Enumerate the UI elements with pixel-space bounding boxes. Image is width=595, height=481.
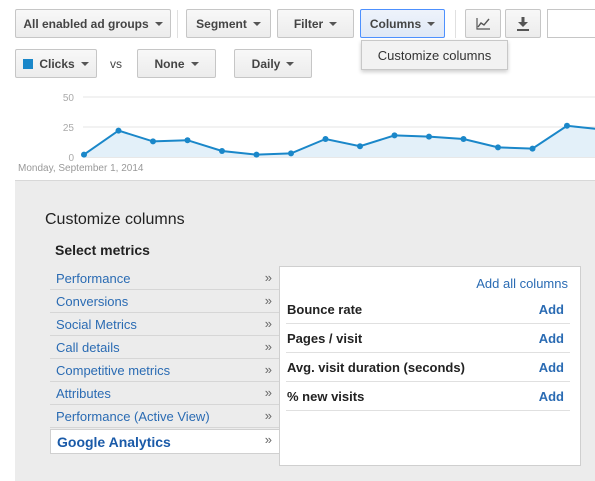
secondary-metric-dropdown[interactable]: None <box>137 49 216 78</box>
metric-category-item[interactable]: Google Analytics » <box>50 429 279 454</box>
data-point <box>460 136 467 142</box>
y-tick-label: 50 <box>63 93 75 104</box>
metric-row: % new visits Add <box>286 382 570 411</box>
segment-label: Segment <box>196 16 247 31</box>
double-chevron-right-icon: » <box>264 270 272 285</box>
metric-category-item[interactable]: Attributes » <box>50 383 279 405</box>
customize-columns-menu-item[interactable]: Customize columns <box>378 48 491 63</box>
add-metric-link[interactable]: Add <box>539 302 564 317</box>
filter-label: Filter <box>293 16 324 31</box>
chevron-down-icon <box>80 61 89 66</box>
data-point <box>115 127 122 134</box>
toolbar-separator <box>177 10 178 38</box>
metric-category-item[interactable]: Competitive metrics » <box>50 360 279 382</box>
data-point <box>564 122 570 129</box>
primary-metric-dropdown[interactable]: Clicks <box>15 49 97 78</box>
filter-button[interactable]: Filter <box>277 9 354 38</box>
chevron-down-icon <box>427 21 436 26</box>
metric-category-label: Call details <box>56 340 120 355</box>
metric-category-item[interactable]: Call details » <box>50 337 279 359</box>
metric-list: Add all columns Bounce rate Add Pages / vi… <box>279 266 581 466</box>
metric-name: Bounce rate <box>287 302 363 317</box>
double-chevron-right-icon: » <box>264 432 272 447</box>
chevron-down-icon <box>329 21 338 26</box>
data-point <box>184 137 191 144</box>
ad-groups-filter-dropdown[interactable]: All enabled ad groups <box>15 9 171 38</box>
metric-category-label: Conversions <box>56 294 129 309</box>
chart-toggle-button[interactable] <box>465 9 501 38</box>
metric-category-label: Google Analytics <box>57 434 171 450</box>
granularity-label: Daily <box>251 56 281 71</box>
columns-label: Columns <box>369 16 422 31</box>
add-metric-link[interactable]: Add <box>539 389 564 404</box>
metric-name: % new visits <box>287 389 365 404</box>
customize-columns-title: Customize columns <box>45 211 185 228</box>
metric-category-label: Performance <box>56 271 131 286</box>
granularity-dropdown[interactable]: Daily <box>234 49 312 78</box>
columns-button[interactable]: Columns <box>360 9 445 38</box>
double-chevron-right-icon: » <box>264 293 272 308</box>
metric-category-item[interactable]: Performance » <box>50 268 279 290</box>
versus-label: vs <box>110 57 122 71</box>
chart-start-date: Monday, September 1, 2014 <box>18 163 144 174</box>
metric-category-label: Attributes <box>56 386 111 401</box>
add-metric-link[interactable]: Add <box>539 360 564 375</box>
data-point <box>288 150 294 157</box>
data-point <box>253 151 260 158</box>
metric-category-item[interactable]: Conversions » <box>50 291 279 313</box>
ad-groups-filter-label: All enabled ad groups <box>23 16 149 31</box>
search-input[interactable] <box>547 9 595 38</box>
data-point <box>322 136 329 142</box>
chevron-down-icon <box>190 61 199 66</box>
secondary-metric-label: None <box>154 56 185 71</box>
metric-category-label: Social Metrics <box>56 317 137 332</box>
metric-row: Avg. visit duration (seconds) Add <box>286 353 570 382</box>
metric-color-swatch <box>23 58 34 69</box>
data-point <box>81 151 87 158</box>
primary-metric-label: Clicks <box>39 56 75 71</box>
metric-category-label: Competitive metrics <box>56 363 171 378</box>
double-chevron-right-icon: » <box>264 362 272 377</box>
data-point <box>426 133 432 140</box>
data-point <box>529 145 536 152</box>
double-chevron-right-icon: » <box>264 339 272 354</box>
line-chart-icon <box>476 18 490 30</box>
metric-row: Pages / visit Add <box>286 324 570 353</box>
data-point <box>219 148 225 154</box>
metric-category-label: Performance (Active View) <box>56 409 210 424</box>
metric-category-item[interactable]: Performance (Active View) » <box>50 406 279 428</box>
toolbar-separator <box>455 10 456 38</box>
data-point <box>150 138 156 145</box>
metric-name: Pages / visit <box>287 331 363 346</box>
double-chevron-right-icon: » <box>264 408 272 423</box>
download-icon <box>517 17 529 31</box>
add-all-columns-link[interactable]: Add all columns <box>476 276 568 291</box>
double-chevron-right-icon: » <box>264 316 272 331</box>
y-tick-label: 25 <box>63 123 75 134</box>
data-point <box>391 132 398 139</box>
data-point <box>357 143 363 150</box>
chevron-down-icon <box>286 61 295 66</box>
add-metric-link[interactable]: Add <box>539 331 564 346</box>
metric-name: Avg. visit duration (seconds) <box>287 360 465 375</box>
download-button[interactable] <box>505 9 541 38</box>
double-chevron-right-icon: » <box>264 385 272 400</box>
chevron-down-icon <box>154 21 163 26</box>
metric-row: Bounce rate Add <box>286 295 570 324</box>
chevron-down-icon <box>252 21 261 26</box>
columns-menu: Customize columns <box>361 40 508 70</box>
segment-button[interactable]: Segment <box>186 9 271 38</box>
data-point <box>495 144 501 151</box>
select-metrics-heading: Select metrics <box>55 242 150 258</box>
metric-category-item[interactable]: Social Metrics » <box>50 314 279 336</box>
